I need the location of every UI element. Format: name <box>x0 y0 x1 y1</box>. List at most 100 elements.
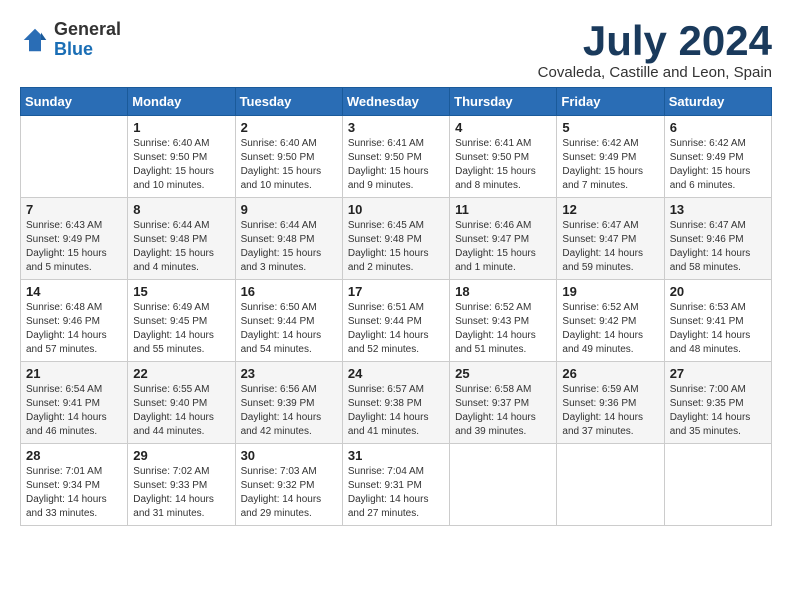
sunset: Sunset: 9:45 PM <box>133 316 207 327</box>
day-info: Sunrise: 6:45 AM Sunset: 9:48 PM Dayligh… <box>348 219 444 275</box>
sunset: Sunset: 9:50 PM <box>241 152 315 163</box>
day-info: Sunrise: 6:59 AM Sunset: 9:36 PM Dayligh… <box>562 383 658 439</box>
sunset: Sunset: 9:49 PM <box>562 152 636 163</box>
weekday-header-wednesday: Wednesday <box>342 88 449 116</box>
calendar-cell: 2 Sunrise: 6:40 AM Sunset: 9:50 PM Dayli… <box>235 116 342 198</box>
sunset: Sunset: 9:44 PM <box>241 316 315 327</box>
logo-general: General <box>54 20 121 40</box>
logo-blue: Blue <box>54 40 121 60</box>
sunrise: Sunrise: 6:53 AM <box>670 302 746 313</box>
logo-text: General Blue <box>54 20 121 60</box>
daylight: Daylight: 14 hours and 49 minutes. <box>562 330 643 355</box>
calendar-cell: 21 Sunrise: 6:54 AM Sunset: 9:41 PM Dayl… <box>21 362 128 444</box>
sunrise: Sunrise: 6:42 AM <box>562 138 638 149</box>
day-number: 13 <box>670 202 766 217</box>
calendar-cell: 12 Sunrise: 6:47 AM Sunset: 9:47 PM Dayl… <box>557 198 664 280</box>
day-number: 15 <box>133 284 229 299</box>
day-number: 31 <box>348 448 444 463</box>
daylight: Daylight: 15 hours and 1 minute. <box>455 248 536 273</box>
day-info: Sunrise: 6:55 AM Sunset: 9:40 PM Dayligh… <box>133 383 229 439</box>
sunrise: Sunrise: 6:44 AM <box>133 220 209 231</box>
day-info: Sunrise: 6:44 AM Sunset: 9:48 PM Dayligh… <box>133 219 229 275</box>
day-info: Sunrise: 7:02 AM Sunset: 9:33 PM Dayligh… <box>133 465 229 521</box>
sunset: Sunset: 9:39 PM <box>241 398 315 409</box>
logo: General Blue <box>20 20 121 60</box>
calendar-cell: 9 Sunrise: 6:44 AM Sunset: 9:48 PM Dayli… <box>235 198 342 280</box>
day-number: 25 <box>455 366 551 381</box>
sunset: Sunset: 9:50 PM <box>455 152 529 163</box>
day-number: 24 <box>348 366 444 381</box>
sunrise: Sunrise: 6:46 AM <box>455 220 531 231</box>
calendar-cell: 3 Sunrise: 6:41 AM Sunset: 9:50 PM Dayli… <box>342 116 449 198</box>
day-info: Sunrise: 6:54 AM Sunset: 9:41 PM Dayligh… <box>26 383 122 439</box>
calendar-cell: 25 Sunrise: 6:58 AM Sunset: 9:37 PM Dayl… <box>450 362 557 444</box>
day-info: Sunrise: 6:51 AM Sunset: 9:44 PM Dayligh… <box>348 301 444 357</box>
sunset: Sunset: 9:48 PM <box>348 234 422 245</box>
day-info: Sunrise: 6:52 AM Sunset: 9:42 PM Dayligh… <box>562 301 658 357</box>
title-area: July 2024 Covaleda, Castille and Leon, S… <box>538 20 772 81</box>
calendar-cell: 31 Sunrise: 7:04 AM Sunset: 9:31 PM Dayl… <box>342 444 449 526</box>
daylight: Daylight: 14 hours and 59 minutes. <box>562 248 643 273</box>
daylight: Daylight: 15 hours and 7 minutes. <box>562 166 643 191</box>
calendar-cell: 23 Sunrise: 6:56 AM Sunset: 9:39 PM Dayl… <box>235 362 342 444</box>
day-info: Sunrise: 6:41 AM Sunset: 9:50 PM Dayligh… <box>348 137 444 193</box>
daylight: Daylight: 15 hours and 3 minutes. <box>241 248 322 273</box>
daylight: Daylight: 14 hours and 35 minutes. <box>670 412 751 437</box>
day-number: 6 <box>670 120 766 135</box>
daylight: Daylight: 15 hours and 2 minutes. <box>348 248 429 273</box>
calendar-cell <box>557 444 664 526</box>
logo-icon <box>20 25 50 55</box>
sunrise: Sunrise: 6:52 AM <box>455 302 531 313</box>
sunset: Sunset: 9:34 PM <box>26 480 100 491</box>
calendar-cell: 8 Sunrise: 6:44 AM Sunset: 9:48 PM Dayli… <box>128 198 235 280</box>
sunrise: Sunrise: 6:52 AM <box>562 302 638 313</box>
day-number: 4 <box>455 120 551 135</box>
sunset: Sunset: 9:38 PM <box>348 398 422 409</box>
daylight: Daylight: 14 hours and 51 minutes. <box>455 330 536 355</box>
daylight: Daylight: 14 hours and 57 minutes. <box>26 330 107 355</box>
day-number: 27 <box>670 366 766 381</box>
sunrise: Sunrise: 6:48 AM <box>26 302 102 313</box>
day-info: Sunrise: 6:52 AM Sunset: 9:43 PM Dayligh… <box>455 301 551 357</box>
sunset: Sunset: 9:46 PM <box>26 316 100 327</box>
week-row-4: 21 Sunrise: 6:54 AM Sunset: 9:41 PM Dayl… <box>21 362 772 444</box>
day-info: Sunrise: 6:43 AM Sunset: 9:49 PM Dayligh… <box>26 219 122 275</box>
sunset: Sunset: 9:47 PM <box>562 234 636 245</box>
sunset: Sunset: 9:32 PM <box>241 480 315 491</box>
day-info: Sunrise: 7:00 AM Sunset: 9:35 PM Dayligh… <box>670 383 766 439</box>
calendar-cell: 18 Sunrise: 6:52 AM Sunset: 9:43 PM Dayl… <box>450 280 557 362</box>
day-number: 17 <box>348 284 444 299</box>
day-number: 20 <box>670 284 766 299</box>
daylight: Daylight: 14 hours and 52 minutes. <box>348 330 429 355</box>
calendar-cell: 15 Sunrise: 6:49 AM Sunset: 9:45 PM Dayl… <box>128 280 235 362</box>
sunrise: Sunrise: 7:03 AM <box>241 466 317 477</box>
day-info: Sunrise: 6:44 AM Sunset: 9:48 PM Dayligh… <box>241 219 337 275</box>
day-info: Sunrise: 6:41 AM Sunset: 9:50 PM Dayligh… <box>455 137 551 193</box>
daylight: Daylight: 14 hours and 37 minutes. <box>562 412 643 437</box>
day-number: 10 <box>348 202 444 217</box>
sunrise: Sunrise: 6:57 AM <box>348 384 424 395</box>
sunrise: Sunrise: 6:45 AM <box>348 220 424 231</box>
sunrise: Sunrise: 6:55 AM <box>133 384 209 395</box>
daylight: Daylight: 14 hours and 58 minutes. <box>670 248 751 273</box>
sunset: Sunset: 9:44 PM <box>348 316 422 327</box>
sunrise: Sunrise: 7:01 AM <box>26 466 102 477</box>
sunrise: Sunrise: 6:40 AM <box>133 138 209 149</box>
day-number: 30 <box>241 448 337 463</box>
sunset: Sunset: 9:49 PM <box>670 152 744 163</box>
weekday-header-row: SundayMondayTuesdayWednesdayThursdayFrid… <box>21 88 772 116</box>
day-number: 19 <box>562 284 658 299</box>
sunset: Sunset: 9:41 PM <box>26 398 100 409</box>
weekday-header-thursday: Thursday <box>450 88 557 116</box>
sunset: Sunset: 9:42 PM <box>562 316 636 327</box>
sunrise: Sunrise: 6:47 AM <box>562 220 638 231</box>
daylight: Daylight: 15 hours and 5 minutes. <box>26 248 107 273</box>
sunset: Sunset: 9:33 PM <box>133 480 207 491</box>
sunset: Sunset: 9:47 PM <box>455 234 529 245</box>
daylight: Daylight: 15 hours and 8 minutes. <box>455 166 536 191</box>
day-number: 16 <box>241 284 337 299</box>
month-title: July 2024 <box>538 20 772 62</box>
sunrise: Sunrise: 6:54 AM <box>26 384 102 395</box>
day-number: 23 <box>241 366 337 381</box>
sunrise: Sunrise: 6:41 AM <box>455 138 531 149</box>
